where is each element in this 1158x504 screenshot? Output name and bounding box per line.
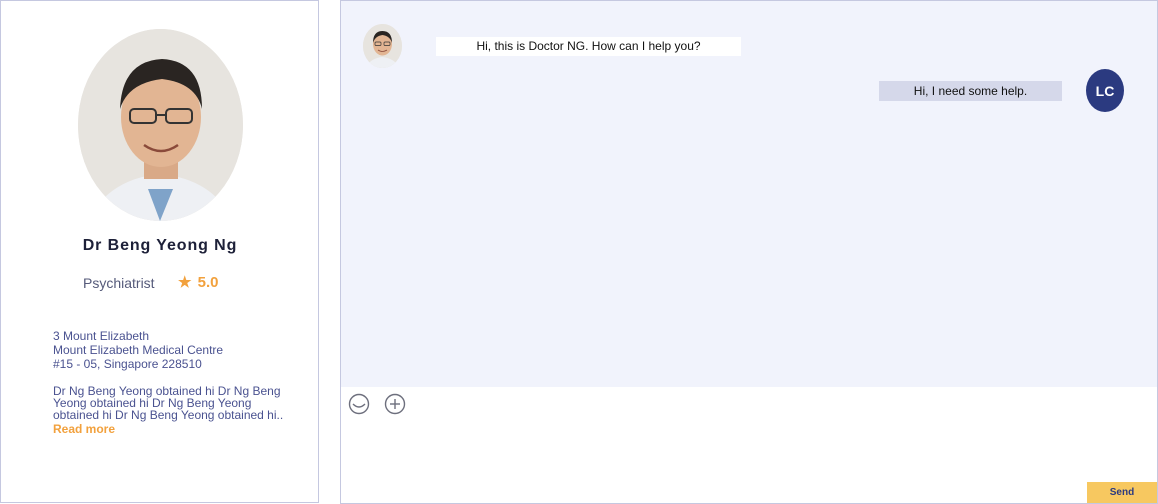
user-message: Hi, I need some help. — [879, 81, 1062, 101]
address-line: Mount Elizabeth Medical Centre — [53, 343, 224, 357]
doctor-specialty: Psychiatrist — [83, 275, 155, 291]
read-more-link[interactable]: Read more — [53, 422, 115, 436]
emoji-icon[interactable] — [348, 393, 370, 415]
bio-line: obtained hi Dr Ng Beng Yeong obtained hi… — [53, 408, 284, 422]
doctor-name: Dr Beng Yeong Ng — [82, 237, 238, 254]
address-line: #15 - 05, Singapore 228510 — [53, 357, 202, 371]
doctor-rating: ★ 5.0 — [178, 273, 218, 291]
address-line: 3 Mount Elizabeth — [53, 329, 150, 343]
chat-panel: Hi, this is Doctor NG. How can I help yo… — [340, 0, 1158, 504]
send-button[interactable]: Send — [1087, 482, 1157, 503]
user-avatar: LC — [1086, 69, 1124, 112]
chat-message-area[interactable]: Hi, this is Doctor NG. How can I help yo… — [341, 1, 1157, 387]
doctor-photo — [78, 29, 243, 221]
doctor-bio: Dr Ng Beng Yeong obtained hi Dr Ng Beng … — [53, 385, 293, 421]
doctor-avatar — [363, 24, 402, 68]
doctor-message: Hi, this is Doctor NG. How can I help yo… — [436, 37, 741, 56]
message-input[interactable] — [351, 421, 1085, 495]
plus-circle-icon[interactable] — [384, 393, 406, 415]
doctor-profile-card: Dr Beng Yeong Ng Psychiatrist ★ 5.0 3 Mo… — [0, 0, 319, 503]
rating-value: 5.0 — [197, 274, 219, 291]
star-icon: ★ — [178, 274, 192, 291]
doctor-address: 3 Mount Elizabeth Mount Elizabeth Medica… — [53, 329, 223, 371]
message-composer: Send — [341, 387, 1157, 503]
